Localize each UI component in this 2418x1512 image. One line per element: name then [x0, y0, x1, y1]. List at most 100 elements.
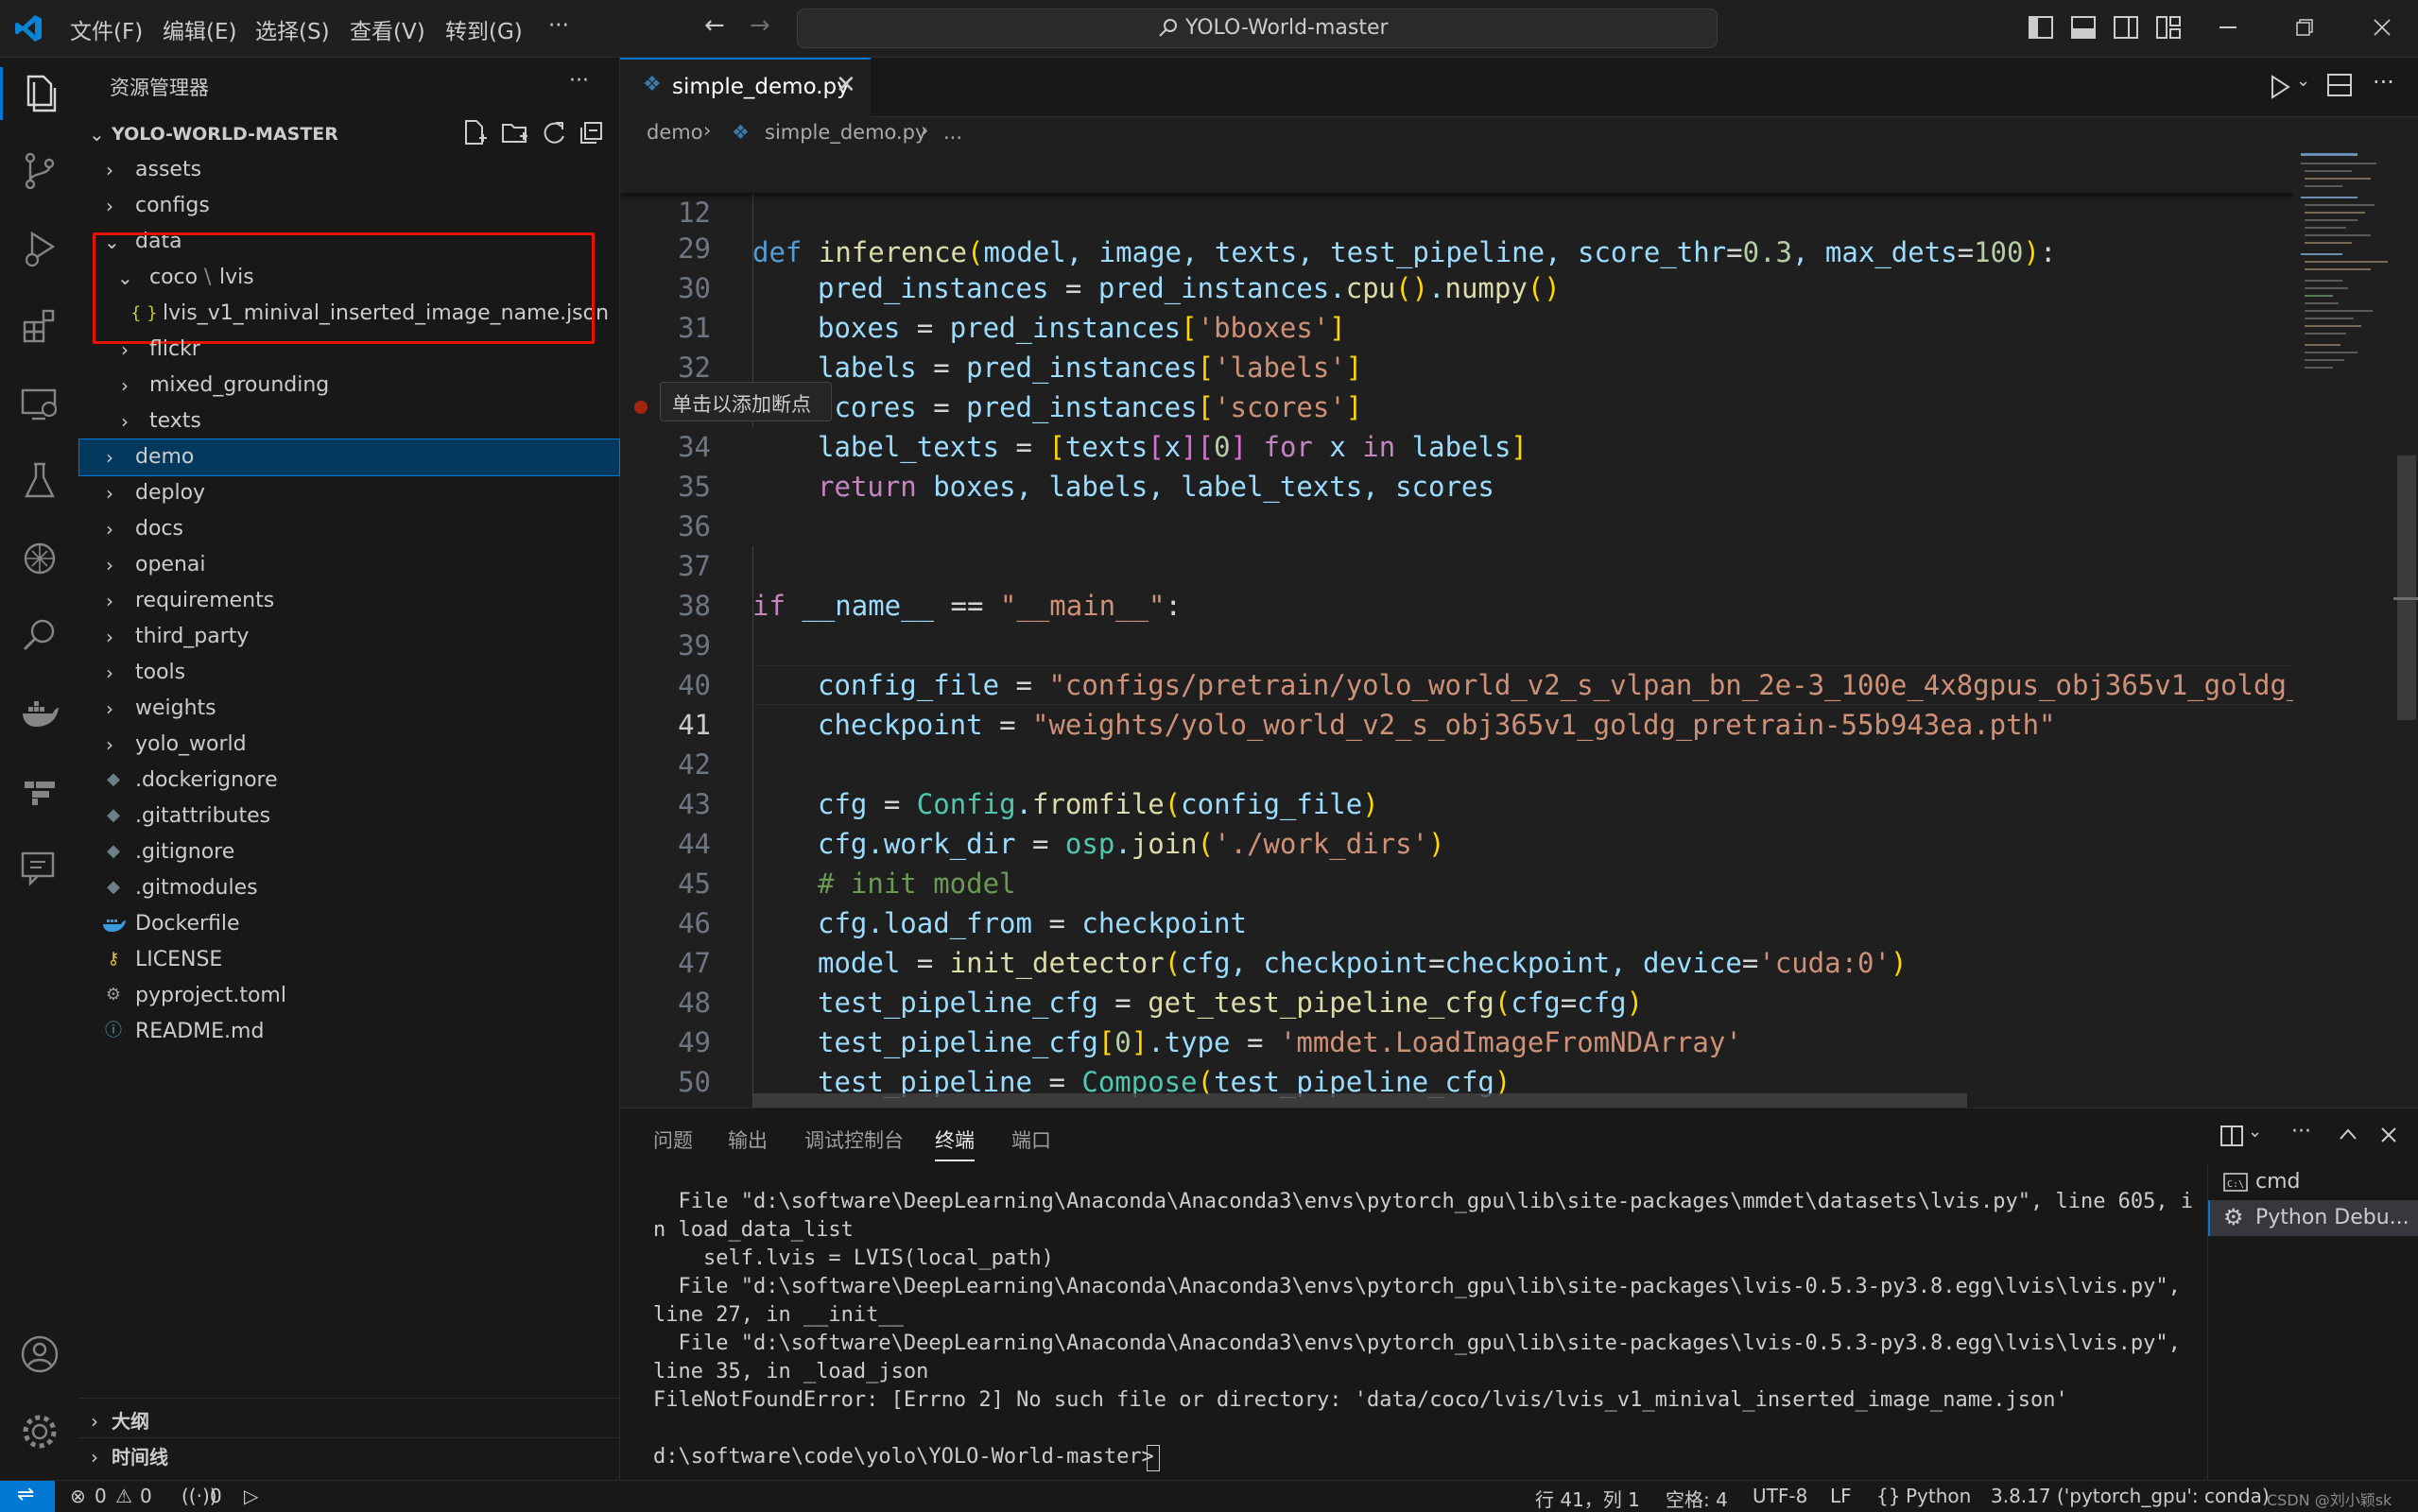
outline-section[interactable]: › 大纲	[79, 1403, 619, 1439]
tree-folder-third-party[interactable]: › third_party	[79, 619, 619, 655]
menu-selection[interactable]: 选择(S)	[255, 13, 330, 45]
new-file-icon[interactable]	[463, 119, 488, 147]
minimap[interactable]	[2293, 153, 2393, 1108]
error-icon[interactable]: ⊗	[70, 1485, 86, 1507]
end-of-line[interactable]: LF	[1830, 1485, 1852, 1507]
timeline-section[interactable]: › 时间线	[79, 1439, 619, 1475]
menu-view[interactable]: 查看(V)	[350, 13, 425, 45]
scrollbar-thumb[interactable]	[2397, 455, 2416, 720]
chevron-down-icon[interactable]: ⌄	[2296, 71, 2310, 91]
tree-folder-texts[interactable]: › texts	[79, 404, 619, 439]
debug-launch-icon[interactable]: ▷	[244, 1485, 258, 1507]
cursor-position[interactable]: 行 41，列 1	[1535, 1485, 1640, 1512]
split-editor-icon[interactable]	[2327, 74, 2352, 98]
back-arrow-icon[interactable]: ←	[704, 11, 725, 40]
explorer-icon[interactable]	[13, 67, 66, 120]
close-panel-icon[interactable]	[2380, 1126, 2397, 1143]
sticky-scroll[interactable]: 12 def inference(model, image, texts, te…	[620, 153, 2293, 268]
docker-icon[interactable]	[13, 687, 66, 740]
toggle-panel-icon[interactable]	[2071, 16, 2096, 39]
encoding[interactable]: UTF-8	[1753, 1485, 1807, 1507]
terminal-item-cmd[interactable]: C:\ cmd	[2208, 1164, 2418, 1200]
menu-more[interactable]: ···	[548, 13, 569, 38]
error-count[interactable]: 0	[95, 1485, 107, 1507]
restore-icon[interactable]	[2296, 19, 2313, 36]
breadcrumb-more[interactable]: ...	[943, 121, 962, 144]
tree-folder-requirements[interactable]: › requirements	[79, 583, 619, 619]
warning-count[interactable]: 0	[140, 1485, 152, 1507]
toggle-secondary-sidebar-icon[interactable]	[2114, 16, 2138, 39]
tree-folder-deploy[interactable]: › deploy	[79, 475, 619, 511]
testing-icon[interactable]	[13, 455, 66, 507]
tree-folder-openai[interactable]: › openai	[79, 547, 619, 583]
menu-go[interactable]: 转到(G)	[445, 13, 523, 45]
chevron-down-icon[interactable]: ⌄	[2248, 1122, 2262, 1142]
run-debug-icon[interactable]	[13, 222, 66, 275]
run-python-file-icon[interactable]	[2270, 75, 2290, 99]
tab-ports[interactable]: 端口	[1011, 1125, 1051, 1154]
code-editor[interactable]: 12 def inference(model, image, texts, te…	[620, 153, 2293, 1108]
accounts-icon[interactable]	[13, 1328, 66, 1381]
extensions-icon[interactable]	[13, 300, 66, 352]
terminal-item-python-debug[interactable]: ⚙ Python Debu...	[2208, 1200, 2418, 1236]
toggle-primary-sidebar-icon[interactable]	[2029, 16, 2053, 39]
tree-folder-yolo-world[interactable]: › yolo_world	[79, 727, 619, 763]
tab-output[interactable]: 输出	[728, 1125, 768, 1154]
tab-debug-console[interactable]: 调试控制台	[804, 1125, 904, 1154]
close-window-icon[interactable]	[2374, 19, 2391, 36]
tree-folder-mixed-grounding[interactable]: › mixed_grounding	[79, 368, 619, 404]
tree-folder-demo[interactable]: › demo	[78, 438, 620, 476]
remote-explorer-icon[interactable]	[13, 377, 66, 430]
vertical-scrollbar[interactable]	[2393, 153, 2418, 1108]
tree-file-dockerignore[interactable]: ◆ .dockerignore	[79, 763, 619, 799]
tree-file-pyproject[interactable]: ⚙ pyproject.toml	[79, 978, 619, 1014]
tab-problems[interactable]: 问题	[653, 1125, 693, 1154]
tree-file-gitignore[interactable]: ◆ .gitignore	[79, 834, 619, 870]
tree-folder-assets[interactable]: › assets	[79, 152, 619, 188]
terminal-output[interactable]: File "d:\software\DeepLearning\Anaconda\…	[620, 1184, 2206, 1479]
tab-terminal[interactable]: 终端	[935, 1125, 975, 1161]
tree-folder-flickr[interactable]: › flickr	[79, 332, 619, 368]
language-mode[interactable]: Python	[1906, 1485, 1971, 1507]
source-control-icon[interactable]	[13, 145, 66, 198]
split-terminal-icon[interactable]	[2220, 1125, 2243, 1146]
ports-count[interactable]: 0	[210, 1485, 222, 1507]
breadcrumb-folder[interactable]: demo	[647, 121, 703, 144]
maximize-panel-icon[interactable]	[2339, 1127, 2358, 1141]
menu-edit[interactable]: 编辑(E)	[163, 13, 236, 45]
tree-file-gitmodules[interactable]: ◆ .gitmodules	[79, 870, 619, 906]
chat-icon[interactable]	[13, 842, 66, 895]
collapse-all-icon[interactable]	[579, 119, 605, 147]
search-icon[interactable]	[13, 610, 66, 662]
remote-indicator[interactable]: ⇌	[0, 1481, 55, 1512]
workspace-root[interactable]: ⌄ YOLO-WORLD-MASTER	[79, 116, 619, 152]
tree-folder-configs[interactable]: › configs	[79, 188, 619, 224]
tree-folder-tools[interactable]: › tools	[79, 655, 619, 691]
indentation[interactable]: 空格: 4	[1666, 1485, 1728, 1512]
tree-file-dockerfile[interactable]: Dockerfile	[79, 906, 619, 942]
warning-icon[interactable]: ⚠	[115, 1485, 132, 1507]
tab-close-icon[interactable]: ✕	[836, 71, 856, 99]
tree-folder-weights[interactable]: › weights	[79, 691, 619, 727]
menu-file[interactable]: 文件(F)	[70, 13, 143, 45]
openai-chatgpt-icon[interactable]	[13, 532, 66, 585]
tree-folder-docs[interactable]: › docs	[79, 511, 619, 547]
explorer-more-button[interactable]: ···	[569, 69, 589, 93]
forward-arrow-icon[interactable]: →	[750, 11, 770, 40]
breadcrumb-file[interactable]: simple_demo.py	[765, 121, 926, 144]
gitlens-icon[interactable]	[13, 765, 66, 817]
horizontal-scrollbar[interactable]	[752, 1093, 1967, 1108]
minimize-icon[interactable]	[2219, 26, 2237, 28]
editor-more-icon[interactable]: ···	[2373, 69, 2394, 95]
breakpoint-hint-icon[interactable]	[634, 401, 648, 414]
refresh-icon[interactable]	[541, 119, 567, 147]
tree-file-license[interactable]: ⚷ LICENSE	[79, 942, 619, 978]
customize-layout-icon[interactable]	[2156, 16, 2181, 39]
python-interpreter[interactable]: 3.8.17 ('pytorch_gpu': conda)	[1991, 1485, 2270, 1507]
manage-gear-icon[interactable]	[13, 1405, 66, 1458]
command-center-search[interactable]: YOLO-World-master	[797, 9, 1718, 48]
tree-file-readme[interactable]: ⓘ README.md	[79, 1014, 619, 1050]
panel-more-icon[interactable]: ···	[2291, 1120, 2311, 1143]
new-folder-icon[interactable]	[501, 119, 529, 147]
language-braces-icon[interactable]: {}	[1876, 1485, 1900, 1507]
